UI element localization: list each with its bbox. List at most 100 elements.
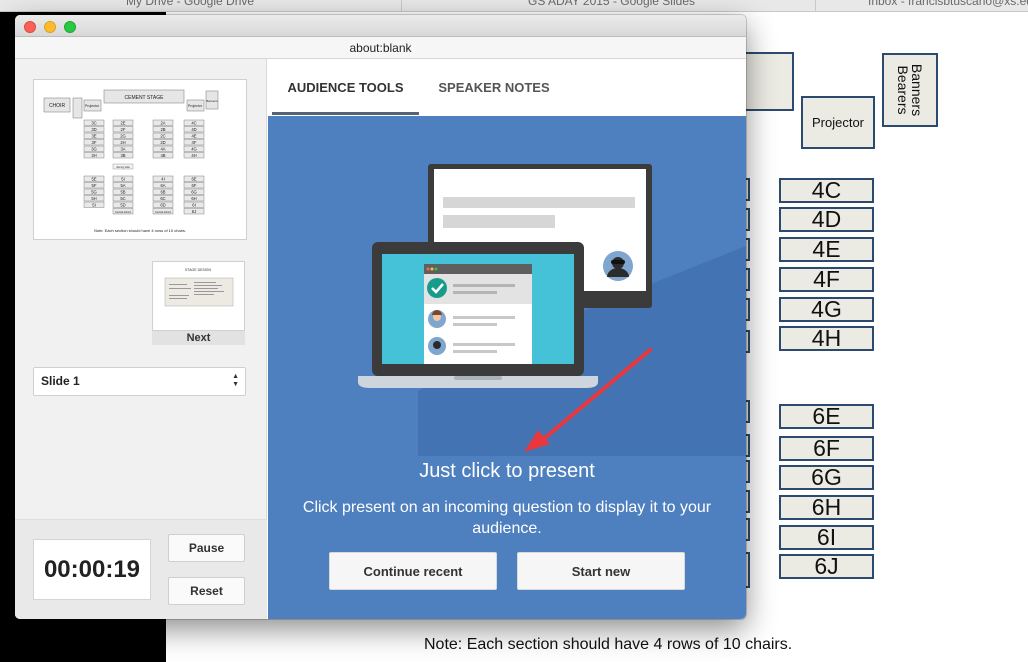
mini-seat-label: 3H <box>91 153 96 158</box>
slide-stage-box-edge <box>744 52 794 111</box>
slide-seat-6f: 6F <box>779 435 874 461</box>
slide-seat-6g: 6G <box>779 464 874 490</box>
thumb-banners-label: Banners <box>206 99 218 103</box>
slide-select-dropdown[interactable]: Slide 1 ▲ ▼ <box>33 367 246 396</box>
mini-seat-grid: 3C 3D3E 3F3G 3H 2E 2F2G 2H3A 3B 2A 2B2C 2D4A 4B 4C 4D… <box>83 119 205 215</box>
mini-seat-label: 6B <box>160 189 165 194</box>
browser-tab-slides[interactable]: GS ADAY 2015 - Google Slides <box>528 0 695 8</box>
audience-tools-panel: Just click to present Click present on a… <box>268 116 746 619</box>
mini-seat-label: 5E <box>91 176 96 181</box>
mini-seat-label: 6J <box>192 209 196 214</box>
mini-seat-label: 2D <box>160 140 165 145</box>
thumb-note: Note: Each section should have 4 rows of… <box>94 228 186 233</box>
thumb-projector-label: Projector <box>85 104 100 108</box>
minimize-window-button[interactable] <box>44 21 56 33</box>
mini-seat-label: 4D <box>191 127 196 132</box>
current-slide-thumbnail[interactable]: CEMENT STAGE CHOIR Projector Projector B… <box>33 79 247 240</box>
mini-seat-label: 5G <box>91 189 97 194</box>
mini-seat-label: 6G <box>191 189 197 194</box>
slide-seat-6h: 6H <box>779 494 874 520</box>
mini-seat-label: 2A <box>160 120 165 125</box>
mini-offering-label: offering table <box>116 166 130 169</box>
presenter-window: about:blank CEMENT STAGE CHOIR Projector… <box>15 15 746 619</box>
slide-note: Note: Each section should have 4 rows of… <box>424 636 793 653</box>
mini-seat-label: 5C <box>120 196 125 201</box>
presenter-sidebar: CEMENT STAGE CHOIR Projector Projector B… <box>15 59 267 619</box>
next-slide-thumbnail[interactable]: STAGE DESIGN <box>152 261 245 331</box>
thumb-projector-label-2: Projector <box>188 104 203 108</box>
mini-seat-label: 4F <box>192 140 197 145</box>
mini-seat-label: 6C <box>160 196 165 201</box>
mini-seat-label: 5D <box>120 202 125 207</box>
tab-speaker-notes[interactable]: SPEAKER NOTES <box>427 59 561 116</box>
mini-seat-label: 6F <box>192 183 197 188</box>
mini-seat-label: 5I <box>121 176 125 181</box>
start-new-button[interactable]: Start new <box>517 552 685 590</box>
seating-chart-mini: CEMENT STAGE CHOIR Projector Projector B… <box>43 89 219 233</box>
slide-projector-box: Projector <box>801 96 875 149</box>
tab-divider <box>401 0 402 11</box>
mini-seat-label: 4E <box>191 133 196 138</box>
mini-seat-label: 6D <box>160 202 165 207</box>
window-titlebar[interactable] <box>15 15 746 37</box>
browser-tab-drive[interactable]: My Drive - Google Drive <box>126 0 254 8</box>
mini-seat-label: 2F <box>121 127 126 132</box>
slide-seat-4g: 4G <box>779 296 874 322</box>
thumb-stage-label: CEMENT STAGE <box>125 95 165 101</box>
mini-seat-label: 4G <box>191 146 197 151</box>
mini-seat-label: 3D <box>91 127 96 132</box>
slide-seat-4e: 4E <box>779 236 874 262</box>
mini-seat-label: 5H <box>91 196 96 201</box>
mini-seat-label: 4A <box>160 146 165 151</box>
mini-seat-label: 6H <box>191 196 196 201</box>
slide-seat-6j: 6J <box>779 553 874 579</box>
next-thumb-title: STAGE DESIGN <box>185 268 211 272</box>
slide-seat-4c: 4C <box>779 177 874 203</box>
mini-seat-label: 6A <box>160 183 165 188</box>
laptop-illustration <box>358 242 598 388</box>
mini-seat-label: 4I <box>161 176 165 181</box>
mini-seat-label: 4C <box>191 120 196 125</box>
mini-seat-label: 4H <box>191 153 196 158</box>
continue-recent-button[interactable]: Continue recent <box>329 552 497 590</box>
mini-seat-label: 2C <box>160 133 165 138</box>
qa-illustration <box>358 164 746 456</box>
mini-seat-label: 3E <box>91 133 96 138</box>
mini-seat-label: 2E <box>120 120 125 125</box>
tab-audience-tools[interactable]: AUDIENCE TOOLS <box>272 59 419 116</box>
presenter-main: AUDIENCE TOOLS SPEAKER NOTES Just click … <box>268 59 746 619</box>
active-tab-indicator <box>272 112 419 115</box>
mini-seat-label: 2H <box>120 140 125 145</box>
mini-seat-label: 3G <box>91 146 97 151</box>
slide-banners-label: Banners Bearers <box>895 63 925 117</box>
thumb-choir-label: CHOIR <box>49 103 66 109</box>
pause-button[interactable]: Pause <box>168 534 245 562</box>
mini-seat-label: 6I <box>192 202 196 207</box>
mini-seat-label: 2G <box>120 133 126 138</box>
close-window-button[interactable] <box>24 21 36 33</box>
slide-seat-4h: 4H <box>779 325 874 351</box>
slide-seat-6i: 6I <box>779 524 874 550</box>
timer-panel: 00:00:19 Pause Reset <box>15 519 267 619</box>
zoom-window-button[interactable] <box>64 21 76 33</box>
mini-seat-label: 5I <box>92 202 96 207</box>
browser-tab-inbox[interactable]: Inbox - francisbtuscano@xs.edu <box>868 0 1028 8</box>
mini-seat-label: 5B <box>120 189 125 194</box>
present-headline: Just click to present <box>419 460 595 482</box>
mini-seat-label: 6E <box>191 176 196 181</box>
mini-seat-label: 2B <box>160 127 165 132</box>
mini-seat-label: Central Admin <box>155 210 172 214</box>
elapsed-timer: 00:00:19 <box>33 539 151 600</box>
mini-seat-label: Central Admin <box>115 210 132 214</box>
tab-divider <box>815 0 816 11</box>
updown-chevron-icon: ▲ ▼ <box>232 373 239 388</box>
reset-button[interactable]: Reset <box>168 577 245 605</box>
mini-seat-label: 5F <box>92 183 97 188</box>
mini-seat-label: 3A <box>120 146 125 151</box>
mini-seat-label: 4B <box>160 153 165 158</box>
slide-seat-6e: 6E <box>779 403 874 429</box>
next-slide-mini: STAGE DESIGN <box>164 268 234 307</box>
mini-seat-label: 5A <box>120 183 125 188</box>
slide-seat-4f: 4F <box>779 266 874 292</box>
present-description: Click present on an incoming question to… <box>302 499 712 537</box>
